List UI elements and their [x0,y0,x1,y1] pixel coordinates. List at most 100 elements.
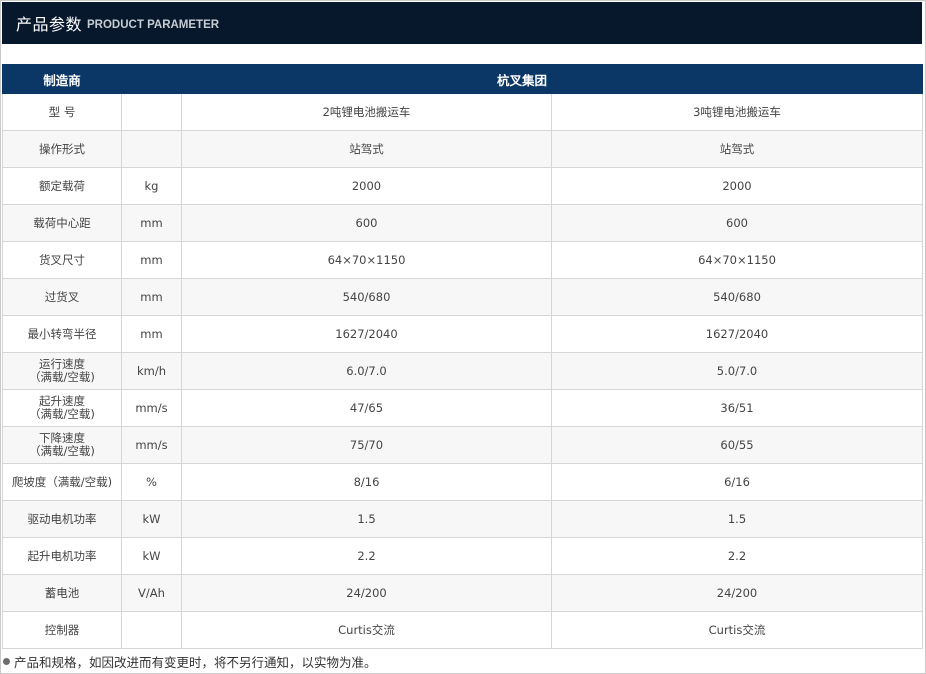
unit-cell: mm [121,315,182,353]
model-a-value: 6.0/7.0 [181,352,552,390]
model-a-value: 8/16 [181,463,552,501]
table-row: 过货叉 mm 540/680 540/680 [2,278,924,316]
param-name-cell: 起升速度 （满载/空载) [2,389,122,427]
unit-cell [121,130,182,168]
param-name-cell: 蓄电池 [2,574,122,612]
param-name: 驱动电机功率 [27,511,97,526]
table-body: 型 号 2吨锂电池搬运车 3吨锂电池搬运车操作形式 站驾式 站驾式额定载荷 kg 2000 2… [2,93,924,649]
model-a-value: 1627/2040 [181,315,552,353]
section-subtitle: PRODUCT PARAMETER [87,18,220,31]
unit-cell: km/h [121,352,182,390]
param-name-cell: 下降速度 （满载/空载) [2,426,122,464]
param-name-cell: 过货叉 [2,278,122,316]
param-name: 蓄电池 [44,585,80,600]
param-name-sub: （满载/空载) [29,407,95,421]
param-name: 起升电机功率 [27,548,97,563]
unit-cell: kg [121,167,182,205]
model-a-value: 2吨锂电池搬运车 [181,93,552,131]
model-a-value: 24/200 [181,574,552,612]
unit-cell: % [121,463,182,501]
model-b-value: 24/200 [550,574,924,612]
unit-cell: V/Ah [121,574,182,612]
param-name: 额定载荷 [39,178,85,193]
param-name-cell: 操作形式 [2,130,122,168]
footnote: 产品和规格，如因改进而有变更时，将不另行通知，以实物为准。 [3,652,377,671]
table-row: 爬坡度（满载/空载)% 8/16 6/16 [2,463,924,501]
model-b-value: 600 [550,204,924,242]
model-a-value: 1.5 [181,500,552,538]
model-b-value: 540/680 [550,278,924,316]
manufacturer-label: 制造商 [2,64,122,94]
model-b-value: 3吨锂电池搬运车 [550,93,924,131]
unit-cell: mm [121,204,182,242]
manufacturer-value: 杭叉集团 [120,64,924,94]
parameter-table-container: 制造商 杭叉集团 型 号 2吨锂电池搬运车 3吨锂电池搬运车操作形式 站驾式 站驾式额定… [2,64,924,649]
param-name-cell: 爬坡度（满载/空载) [2,463,122,501]
table-row: 最小转弯半径 mm 1627/2040 1627/2040 [2,315,924,353]
title-bar: 产品参数 PRODUCT PARAMETER [2,2,922,44]
model-b-value: 5.0/7.0 [550,352,924,390]
param-name-sub: （满载/空载) [29,444,95,458]
param-name-cell: 控制器 [2,611,122,649]
param-name: 操作形式 [39,141,85,156]
table-row: 起升速度 （满载/空载) mm/s 47/65 36/51 [2,389,924,427]
param-name: 过货叉 [44,289,80,304]
table-row: 操作形式 站驾式 站驾式 [2,130,924,168]
model-b-value: 2.2 [550,537,924,575]
param-name: 型 号 [48,104,76,119]
param-name: 载荷中心距 [33,215,91,230]
unit-cell: kW [121,500,182,538]
param-name: 起升速度 [39,394,85,408]
unit-cell: mm [121,241,182,279]
model-b-value: 64×70×1150 [550,241,924,279]
param-name: 最小转弯半径 [27,326,97,341]
model-a-value: 64×70×1150 [181,241,552,279]
unit-cell [121,611,182,649]
table-row: 运行速度 （满载/空载) km/h 6.0/7.0 5.0/7.0 [2,352,924,390]
model-b-value: 站驾式 [550,130,924,168]
model-a-value: 站驾式 [181,130,552,168]
page-frame: 产品参数 PRODUCT PARAMETER 制造商 杭叉集团 型 号 2吨锂电池… [0,0,926,674]
model-a-value: 75/70 [181,426,552,464]
unit-cell: mm [121,278,182,316]
model-a-value: 47/65 [181,389,552,427]
model-b-value: 2000 [550,167,924,205]
unit-cell [121,93,182,131]
table-row: 控制器 Curtis交流 Curtis交流 [2,611,924,649]
param-name-cell: 起升电机功率 [2,537,122,575]
table-row: 货叉尺寸 mm 64×70×1150 64×70×1150 [2,241,924,279]
model-b-value: 1.5 [550,500,924,538]
model-b-value: Curtis交流 [550,611,924,649]
footnote-text: 产品和规格，如因改进而有变更时，将不另行通知，以实物为准。 [14,655,377,670]
model-b-value: 60/55 [550,426,924,464]
param-name: 控制器 [44,622,80,637]
param-name: 下降速度 [39,431,85,445]
parameter-table: 制造商 杭叉集团 型 号 2吨锂电池搬运车 3吨锂电池搬运车操作形式 站驾式 站驾式额定… [2,64,924,649]
table-row: 额定载荷 kg 2000 2000 [2,167,924,205]
table-row: 驱动电机功率 kW 1.5 1.5 [2,500,924,538]
param-name: 爬坡度（满载/空载) [11,474,113,489]
param-name-sub: （满载/空载) [29,370,95,384]
param-name-cell: 货叉尺寸 [2,241,122,279]
param-name: 运行速度 [39,357,85,371]
model-b-value: 36/51 [550,389,924,427]
param-name-cell: 运行速度 （满载/空载) [2,352,122,390]
bullet-dot-icon [3,658,10,665]
unit-cell: mm/s [121,389,182,427]
unit-cell: mm/s [121,426,182,464]
table-row: 蓄电池 V/Ah 24/200 24/200 [2,574,924,612]
model-b-value: 6/16 [550,463,924,501]
table-row: 载荷中心距 mm 600 600 [2,204,924,242]
param-name-cell: 驱动电机功率 [2,500,122,538]
model-a-value: 2.2 [181,537,552,575]
table-row: 型 号 2吨锂电池搬运车 3吨锂电池搬运车 [2,93,924,131]
section-title: 产品参数 [16,15,83,34]
unit-cell: kW [121,537,182,575]
table-row: 起升电机功率 kW 2.2 2.2 [2,537,924,575]
model-a-value: Curtis交流 [181,611,552,649]
param-name-cell: 载荷中心距 [2,204,122,242]
param-name-cell: 最小转弯半径 [2,315,122,353]
param-name-cell: 额定载荷 [2,167,122,205]
table-header-row: 制造商 杭叉集团 [2,64,924,94]
param-name-cell: 型 号 [2,93,122,131]
